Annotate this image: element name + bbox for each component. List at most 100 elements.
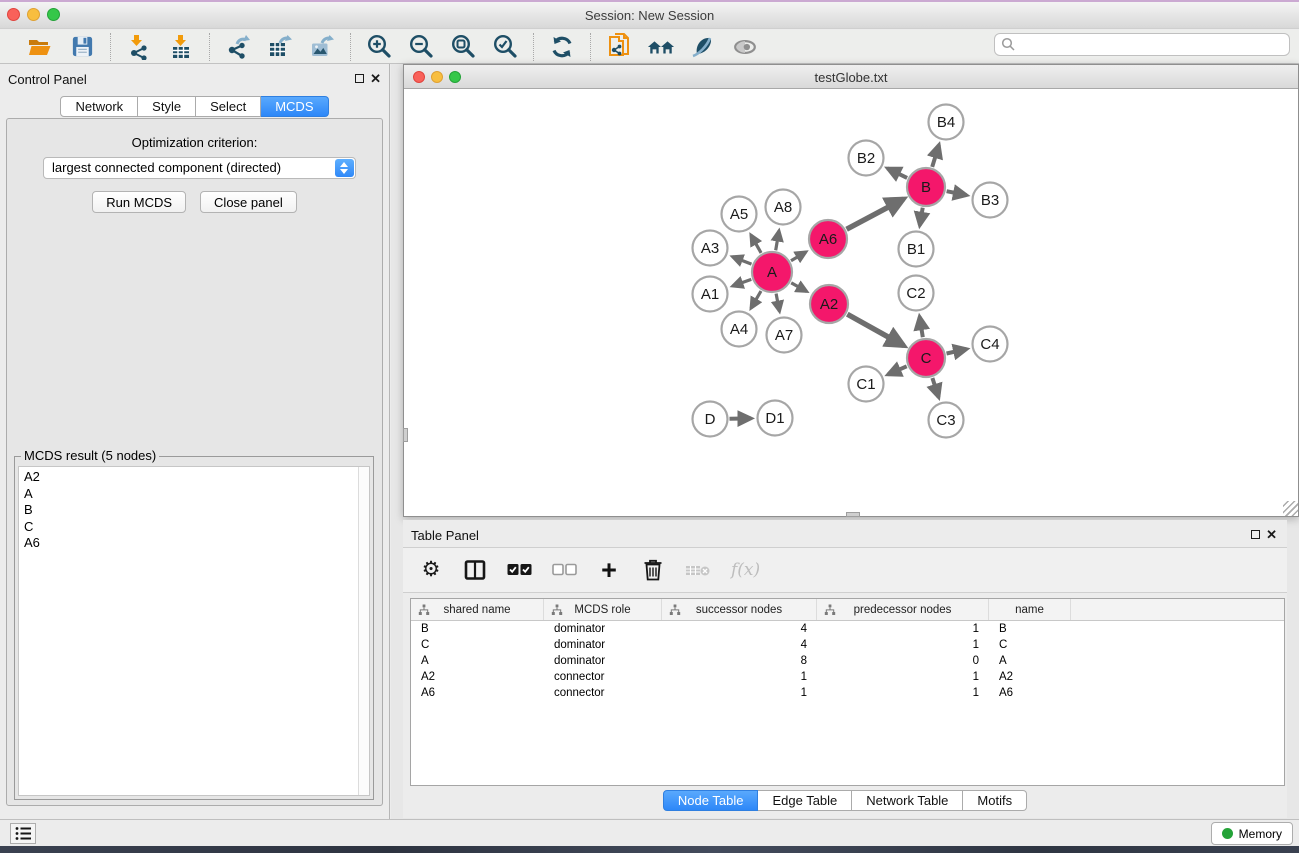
edge-A-A5[interactable] <box>751 235 761 253</box>
edge-A-A4[interactable] <box>751 291 761 308</box>
tab-mcds[interactable]: MCDS <box>261 96 328 117</box>
node-C3[interactable]: C3 <box>929 403 964 438</box>
node-A4[interactable]: A4 <box>722 312 757 347</box>
apply-function-button[interactable]: f(x) <box>731 557 760 583</box>
node-A7[interactable]: A7 <box>767 318 802 353</box>
edge-A-A2[interactable] <box>791 283 807 292</box>
node-C1[interactable]: C1 <box>849 367 884 402</box>
zoom-in-button[interactable] <box>365 33 393 61</box>
column-header-successor-nodes[interactable]: successor nodes <box>662 599 817 620</box>
result-item-c[interactable]: C <box>19 519 369 536</box>
run-mcds-button[interactable]: Run MCDS <box>92 191 186 213</box>
table-close-panel-icon[interactable]: ✕ <box>1266 527 1277 543</box>
node-D[interactable]: D <box>693 402 728 437</box>
edge-A-A8[interactable] <box>776 231 779 251</box>
node-B[interactable]: B <box>907 168 945 206</box>
node-D1[interactable]: D1 <box>758 401 793 436</box>
table-row-b[interactable]: Bdominator41B <box>411 621 1284 637</box>
add-row-button[interactable]: + <box>597 557 621 583</box>
node-C2[interactable]: C2 <box>899 276 934 311</box>
select-all-button[interactable] <box>507 557 532 583</box>
zoom-out-button[interactable] <box>407 33 435 61</box>
import-network-button[interactable] <box>125 33 153 61</box>
edge-B-B3[interactable] <box>947 191 967 195</box>
window-resize-grip[interactable] <box>1283 501 1298 516</box>
node-B3[interactable]: B3 <box>973 183 1008 218</box>
node-C[interactable]: C <box>907 339 945 377</box>
result-item-a2[interactable]: A2 <box>19 469 369 486</box>
zoom-selected-button[interactable] <box>491 33 519 61</box>
show-hide-button[interactable] <box>731 33 759 61</box>
import-table-button[interactable] <box>167 33 195 61</box>
network-window-titlebar[interactable]: testGlobe.txt <box>404 65 1298 89</box>
table-row-a2[interactable]: A2connector11A2 <box>411 669 1284 685</box>
graphics-details-button[interactable] <box>689 33 717 61</box>
edge-A-A7[interactable] <box>776 294 779 312</box>
table-settings-button[interactable]: ⚙ <box>419 557 443 583</box>
column-header-name[interactable]: name <box>989 599 1071 620</box>
result-item-b[interactable]: B <box>19 502 369 519</box>
task-history-button[interactable] <box>10 823 36 844</box>
node-B2[interactable]: B2 <box>849 141 884 176</box>
show-columns-button[interactable] <box>463 557 487 583</box>
close-panel-button[interactable]: Close panel <box>200 191 297 213</box>
tab-style[interactable]: Style <box>138 96 196 117</box>
table-row-c[interactable]: Cdominator41C <box>411 637 1284 653</box>
edge-A-A1[interactable] <box>733 279 752 286</box>
table-float-panel-icon[interactable] <box>1251 530 1260 539</box>
float-panel-icon[interactable] <box>355 74 364 83</box>
tab-edge-table[interactable]: Edge Table <box>758 790 852 811</box>
table-row-a6[interactable]: A6connector11A6 <box>411 685 1284 701</box>
node-A6[interactable]: A6 <box>809 220 847 258</box>
column-header-predecessor-nodes[interactable]: predecessor nodes <box>817 599 989 620</box>
edge-B-B4[interactable] <box>932 145 939 167</box>
node-C4[interactable]: C4 <box>973 327 1008 362</box>
tab-network[interactable]: Network <box>60 96 138 117</box>
table-row-a[interactable]: Adominator80A <box>411 653 1284 669</box>
edge-C-C4[interactable] <box>947 349 967 353</box>
edge-B-B1[interactable] <box>920 208 923 226</box>
close-panel-icon[interactable]: ✕ <box>370 71 381 87</box>
manage-networks-button[interactable] <box>605 33 633 61</box>
edge-A2-C[interactable] <box>847 314 903 345</box>
column-header-shared-name[interactable]: shared name <box>411 599 544 620</box>
tab-network-table[interactable]: Network Table <box>852 790 963 811</box>
edge-A6-B[interactable] <box>847 199 904 229</box>
save-session-button[interactable] <box>68 33 96 61</box>
node-A[interactable]: A <box>752 252 792 292</box>
node-B1[interactable]: B1 <box>899 232 934 267</box>
export-network-button[interactable] <box>224 33 252 61</box>
network-canvas[interactable]: A A6 A2 B C A1 A3 A4 A5 A7 A8 B1 B2 B3 B4 C1 C2 C3 C4 D D1 <box>404 89 1298 516</box>
refresh-button[interactable] <box>548 33 576 61</box>
node-A8[interactable]: A8 <box>766 190 801 225</box>
open-session-button[interactable] <box>26 33 54 61</box>
first-neighbors-button[interactable] <box>647 33 675 61</box>
export-image-button[interactable] <box>308 33 336 61</box>
column-header-mcds-role[interactable]: MCDS role <box>544 599 662 620</box>
node-A1[interactable]: A1 <box>693 277 728 312</box>
node-A5[interactable]: A5 <box>722 197 757 232</box>
left-scrollbar-grip[interactable] <box>403 428 408 442</box>
node-A3[interactable]: A3 <box>693 231 728 266</box>
edge-C-C3[interactable] <box>932 378 938 397</box>
edge-C-C1[interactable] <box>888 366 907 374</box>
node-A2[interactable]: A2 <box>810 285 848 323</box>
delete-column-button[interactable] <box>685 557 711 583</box>
result-item-a[interactable]: A <box>19 486 369 503</box>
export-table-button[interactable] <box>266 33 294 61</box>
result-list-scrollbar[interactable] <box>358 467 369 795</box>
search-input[interactable] <box>994 33 1290 56</box>
edge-B-B2[interactable] <box>888 168 908 178</box>
criterion-dropdown[interactable]: largest connected component (directed) <box>43 157 356 179</box>
tab-node-table[interactable]: Node Table <box>663 790 759 811</box>
delete-row-button[interactable] <box>641 557 665 583</box>
bottom-scrollbar-grip[interactable] <box>846 512 860 517</box>
node-B4[interactable]: B4 <box>929 105 964 140</box>
result-item-a6[interactable]: A6 <box>19 535 369 552</box>
edge-A-A6[interactable] <box>791 252 806 261</box>
tab-select[interactable]: Select <box>196 96 261 117</box>
edge-A-A3[interactable] <box>732 257 751 264</box>
zoom-fit-button[interactable] <box>449 33 477 61</box>
tab-motifs[interactable]: Motifs <box>963 790 1027 811</box>
deselect-all-button[interactable] <box>552 557 577 583</box>
